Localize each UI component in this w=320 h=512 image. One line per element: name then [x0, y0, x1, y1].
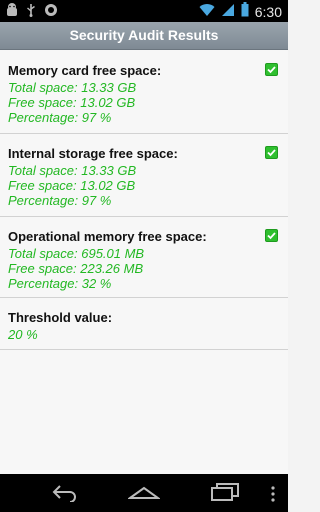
divider — [0, 349, 288, 350]
free-space-value: Free space: 13.02 GB — [8, 178, 136, 193]
section-title: Threshold value: — [8, 310, 113, 325]
divider — [0, 133, 288, 134]
overflow-menu-icon[interactable] — [270, 486, 276, 507]
page-title: Security Audit Results — [0, 22, 288, 50]
clock: 6:30 — [254, 4, 282, 20]
wifi-icon — [199, 3, 215, 22]
percentage-value: Percentage: 97 % — [8, 110, 112, 125]
navigation-bar — [0, 474, 288, 512]
operational-memory-section: Operational memory free space: Total spa… — [0, 229, 288, 299]
android-debug-icon — [6, 3, 18, 22]
section-title: Operational memory free space: — [8, 229, 207, 244]
section-title: Internal storage free space: — [8, 146, 178, 161]
usb-icon — [26, 3, 36, 22]
battery-icon — [241, 2, 249, 22]
results-list: Memory card free space: Total space: 13.… — [0, 50, 288, 474]
status-check-icon — [265, 146, 278, 159]
status-check-icon — [265, 229, 278, 242]
sync-icon — [44, 3, 58, 22]
memory-card-section: Memory card free space: Total space: 13.… — [0, 63, 288, 133]
back-icon[interactable] — [50, 482, 78, 507]
percentage-value: Percentage: 32 % — [8, 276, 112, 291]
internal-storage-section: Internal storage free space: Total space… — [0, 146, 288, 216]
home-icon[interactable] — [126, 482, 162, 507]
threshold-value: 20 % — [8, 327, 38, 342]
status-check-icon — [265, 63, 278, 76]
recent-apps-icon[interactable] — [210, 482, 240, 507]
threshold-section: Threshold value: 20 % — [0, 310, 288, 350]
divider — [0, 216, 288, 217]
total-space-value: Total space: 13.33 GB — [8, 163, 137, 178]
percentage-value: Percentage: 97 % — [8, 193, 112, 208]
free-space-value: Free space: 223.26 MB — [8, 261, 144, 276]
section-title: Memory card free space: — [8, 63, 162, 78]
status-bar: 6:30 — [0, 0, 288, 22]
divider — [0, 297, 288, 298]
total-space-value: Total space: 695.01 MB — [8, 246, 145, 261]
free-space-value: Free space: 13.02 GB — [8, 95, 136, 110]
signal-icon — [221, 3, 235, 22]
total-space-value: Total space: 13.33 GB — [8, 80, 137, 95]
